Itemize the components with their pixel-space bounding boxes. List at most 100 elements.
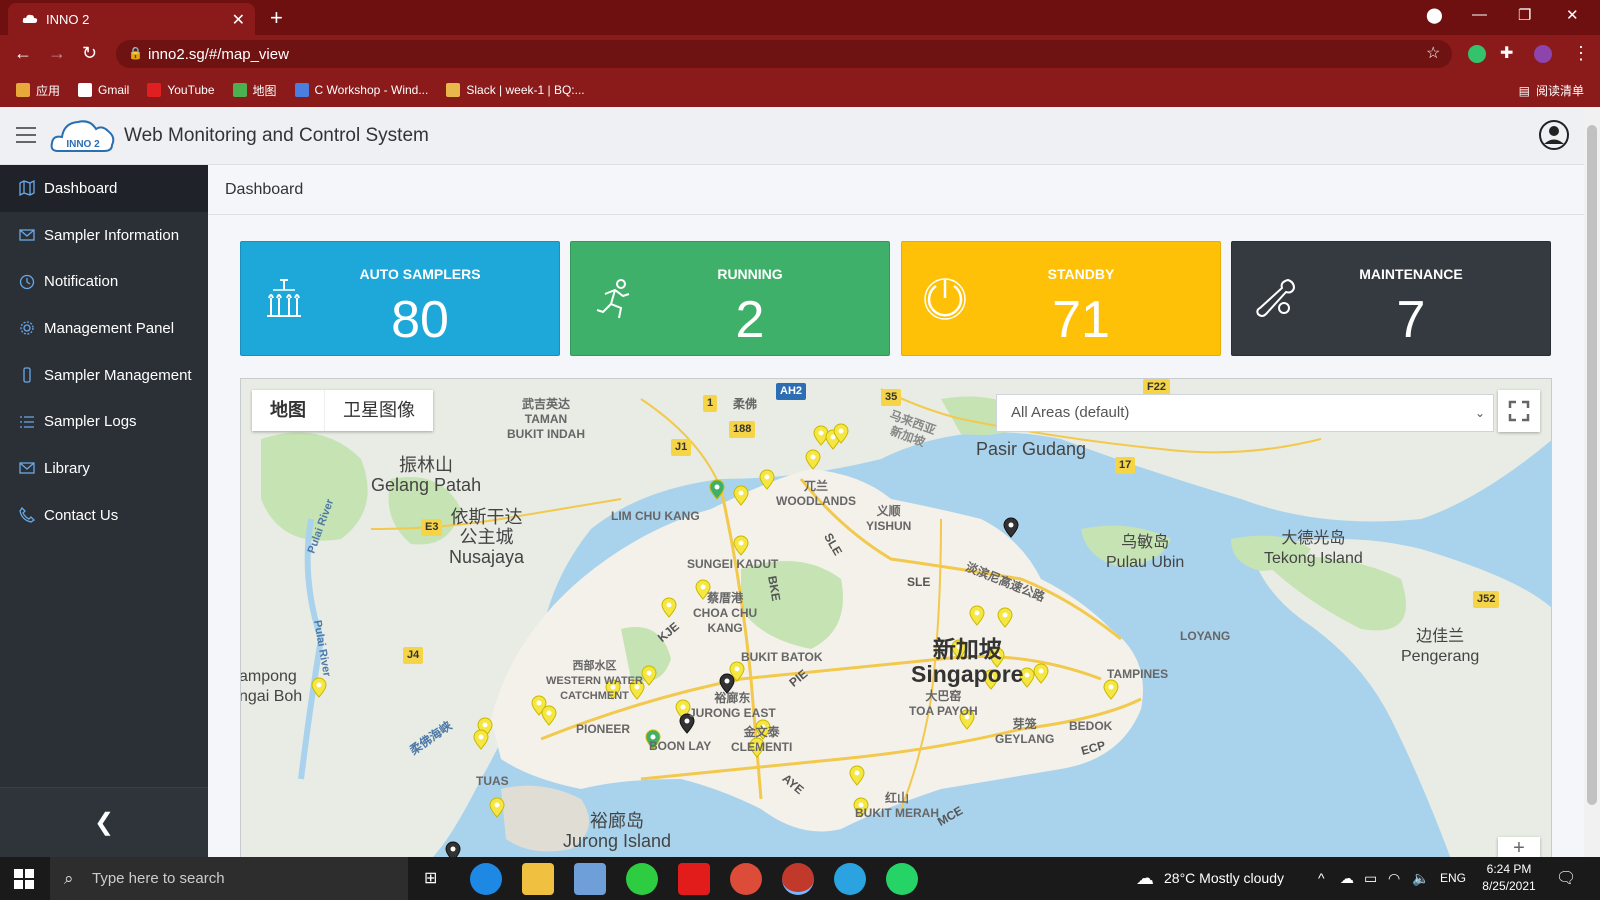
browser-menu-icon[interactable]: ⋮ (1572, 43, 1590, 64)
area-select[interactable]: All Areas (default) ⌄ (996, 394, 1494, 432)
road-1: 1 (703, 395, 718, 412)
minimize-icon[interactable]: — (1472, 6, 1487, 23)
scrollbar-thumb[interactable] (1587, 125, 1597, 805)
sampler-marker-dot (546, 710, 552, 716)
url-input[interactable]: 🔒 inno2.sg/#/map_view (116, 40, 1452, 68)
volume-icon[interactable]: 🔈 (1412, 857, 1429, 900)
maintenance-count: 7 (1396, 291, 1426, 349)
tray-chevron-icon[interactable]: ^ (1318, 857, 1325, 900)
sidebar-item-management-panel[interactable]: Management Panel (0, 305, 208, 352)
back-icon[interactable]: ← (14, 43, 32, 64)
map-type-satellite-button[interactable]: 卫星图像 (325, 390, 433, 431)
tab-close-icon[interactable]: ✕ (232, 10, 245, 30)
page-scrollbar[interactable] (1584, 107, 1600, 857)
grammarly-icon[interactable] (1468, 45, 1486, 63)
new-tab-icon[interactable]: + (270, 5, 283, 31)
user-account-icon[interactable] (1538, 119, 1570, 151)
label-bedok: BEDOK (1069, 719, 1113, 733)
running-card[interactable]: RUNNING 2 (570, 241, 890, 356)
bookmark-gmail[interactable]: Gmail (78, 83, 129, 97)
standby-card[interactable]: STANDBY 71 (901, 241, 1221, 356)
sampler-marker-dot (738, 540, 744, 546)
bookmark-maps[interactable]: 地图 (232, 82, 277, 99)
search-icon: ⌕ (64, 869, 74, 888)
sampler-marker-dot (666, 602, 672, 608)
envelope-icon (18, 459, 36, 477)
profile-avatar-icon[interactable] (1534, 45, 1552, 63)
wifi-icon[interactable]: ◠ (1388, 857, 1400, 900)
edge-icon[interactable] (470, 863, 502, 895)
sidebar-item-notification[interactable]: Notification (0, 258, 208, 305)
maintenance-card[interactable]: MAINTENANCE 7 (1231, 241, 1551, 356)
onedrive-icon[interactable]: ☁ (1340, 857, 1354, 900)
taskbar-search-input[interactable]: ⌕ Type here to search (50, 857, 408, 900)
sampler-markers[interactable] (241, 379, 1552, 858)
language-indicator[interactable]: ENG (1440, 857, 1466, 900)
bookmark-slack[interactable]: Slack | week-1 | BQ:... (446, 83, 585, 97)
bookmark-apps[interactable]: 应用 (16, 82, 60, 99)
label-pioneer: PIONEER (576, 722, 631, 736)
battery-icon[interactable]: ▭ (1364, 857, 1377, 900)
sampler-map[interactable]: 武吉英达 TAMAN BUKIT INDAH 振林山 Gelang Patah … (240, 378, 1552, 858)
browser-tab[interactable]: INNO 2 ✕ (8, 3, 255, 35)
maintenance-label: MAINTENANCE (1359, 266, 1463, 282)
reading-list-icon: ▤ (1518, 83, 1530, 98)
label-woodlands: 兀兰 WOODLANDS (776, 479, 856, 508)
sampler-marker-dot (838, 428, 844, 434)
chrome-icon[interactable] (730, 863, 762, 895)
map-icon (18, 179, 36, 197)
sampler-marker-dot (764, 474, 770, 480)
windows-start-icon[interactable] (14, 869, 34, 889)
window-close-icon[interactable]: ✕ (1566, 6, 1579, 24)
sampler-marker-dot (1024, 672, 1030, 678)
notifications-icon[interactable]: 🗨 (1556, 857, 1576, 900)
slack-icon (446, 83, 461, 97)
fullscreen-button[interactable] (1498, 390, 1540, 432)
map-type-map-button[interactable]: 地图 (252, 390, 325, 431)
list-icon (18, 413, 36, 431)
hamburger-menu-icon[interactable] (16, 127, 36, 143)
restore-icon[interactable]: ❐ (1518, 6, 1531, 24)
reload-icon[interactable]: ↻ (82, 43, 97, 64)
tab-title: INNO 2 (46, 11, 90, 27)
profile-dropdown-icon[interactable]: ⬤ (1426, 6, 1443, 24)
map-type-toggle: 地图 卫星图像 (252, 390, 433, 431)
sidebar-item-dashboard[interactable]: Dashboard (0, 165, 208, 212)
extensions-icon[interactable]: ✚ (1500, 43, 1513, 63)
chrome-active-icon[interactable] (782, 863, 814, 895)
sidebar-item-contact-us[interactable]: Contact Us (0, 492, 208, 539)
taskbar-clock[interactable]: 6:24 PM 8/25/2021 (1474, 861, 1544, 895)
auto-samplers-card[interactable]: AUTO SAMPLERS 80 (240, 241, 560, 356)
search-placeholder: Type here to search (92, 870, 225, 887)
area-select-value: All Areas (default) (1011, 404, 1130, 421)
sidebar-item-sampler-information[interactable]: Sampler Information (0, 212, 208, 259)
label-sle-2: SLE (907, 575, 931, 589)
sidebar-item-sampler-management[interactable]: Sampler Management (0, 352, 208, 399)
forward-icon[interactable]: → (48, 43, 66, 64)
sampler-marker-dot (854, 770, 860, 776)
wechat-icon[interactable] (626, 863, 658, 895)
task-view-icon[interactable]: ⊞ (424, 857, 437, 900)
reading-list[interactable]: ▤ 阅读清单 (1519, 82, 1584, 99)
whatsapp-icon[interactable] (886, 863, 918, 895)
weather-text[interactable]: 28°C Mostly cloudy (1164, 857, 1284, 900)
notepad-icon[interactable] (574, 863, 606, 895)
youdao-icon[interactable] (678, 863, 710, 895)
sidebar-collapse-icon[interactable]: ❮ (0, 787, 208, 857)
label-ampong: ampong ngai Boh (240, 668, 303, 705)
clock-time: 6:24 PM (1486, 862, 1532, 876)
bookmark-star-icon[interactable]: ☆ (1426, 43, 1440, 63)
bookmark-c-workshop[interactable]: C Workshop - Wind... (294, 83, 428, 97)
zoom-in-button[interactable]: + (1498, 837, 1540, 857)
bookmark-label: YouTube (167, 83, 215, 97)
sidebar-item-sampler-logs[interactable]: Sampler Logs (0, 398, 208, 445)
label-tekong: 大德光岛 Tekong Island (1264, 530, 1363, 567)
sidebar-item-label: Notification (44, 273, 119, 291)
telegram-icon[interactable] (834, 863, 866, 895)
maps-icon (232, 83, 247, 97)
label-loyang: LOYANG (1180, 629, 1231, 643)
bookmark-youtube[interactable]: YouTube (147, 83, 215, 97)
sidebar-item-library[interactable]: Library (0, 445, 208, 492)
file-explorer-icon[interactable] (522, 863, 554, 895)
road-j52: J52 (1473, 591, 1500, 608)
